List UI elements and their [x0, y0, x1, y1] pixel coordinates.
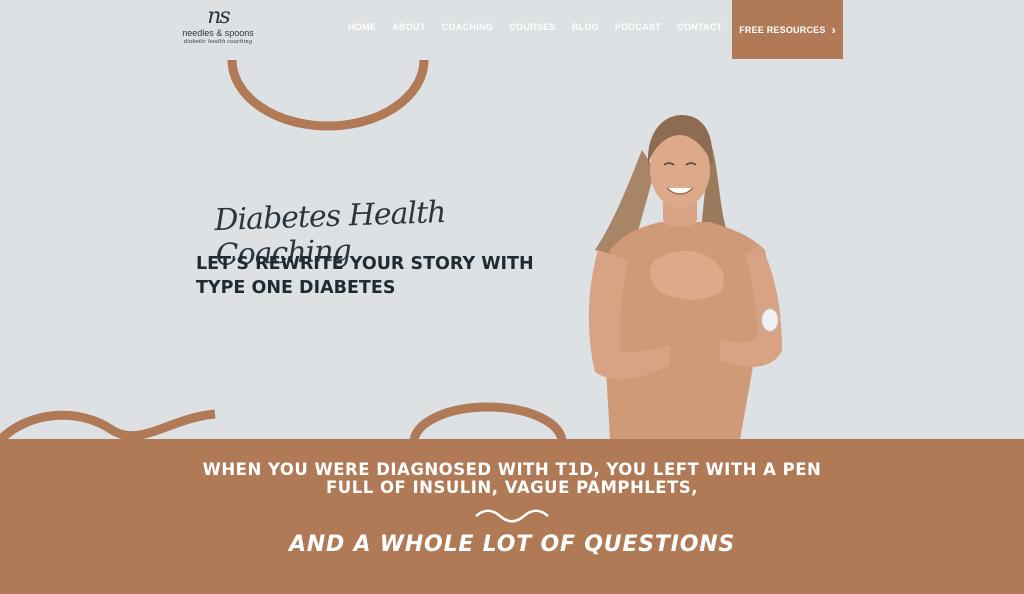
left-wave-shape [0, 409, 216, 444]
site-header: ns needles & spoons diabetic health coac… [0, 0, 1024, 59]
hero-headline-line-1: LET'S REWRITE YOUR STORY WITH [196, 254, 534, 274]
squiggle-divider-icon [475, 509, 549, 523]
band-line-2: FULL OF INSULIN, VAGUE PAMPHLETS, [326, 478, 698, 497]
free-resources-label: FREE RESOURCES [739, 24, 826, 35]
band-question: AND A WHOLE LOT OF QUESTIONS [288, 532, 736, 557]
logo-tagline: diabetic health coaching [183, 39, 253, 45]
intro-band: WHEN YOU WERE DIAGNOSED WITH T1D, YOU LE… [0, 439, 1024, 594]
logo-name: needles & spoons [182, 28, 254, 38]
nav-coaching[interactable]: COACHING [434, 22, 501, 32]
nav-blog[interactable]: BLOG [564, 22, 607, 32]
logo[interactable]: ns needles & spoons diabetic health coac… [176, 6, 260, 52]
top-arc-shape [227, 59, 429, 131]
hero-headline: LET'S REWRITE YOUR STORY WITH TYPE ONE D… [196, 252, 536, 300]
coach-photo [588, 115, 782, 440]
band-line-1: WHEN YOU WERE DIAGNOSED WITH T1D, YOU LE… [202, 460, 822, 479]
nav-podcast[interactable]: PODCAST [607, 22, 669, 32]
logo-mark: ns [207, 4, 230, 29]
nav-contact[interactable]: CONTACT [669, 22, 730, 32]
main-nav: HOME ABOUT COACHING COURSES BLOG PODCAST… [340, 22, 730, 32]
chevron-right-icon: › [831, 22, 836, 37]
nav-home[interactable]: HOME [340, 22, 384, 32]
band-lead-text: WHEN YOU WERE DIAGNOSED WITH T1D, YOU LE… [0, 461, 1024, 497]
free-resources-button[interactable]: FREE RESOURCES › [732, 0, 843, 59]
nav-courses[interactable]: COURSES [501, 22, 564, 32]
hero-headline-line-2: TYPE ONE DIABETES [196, 278, 396, 298]
middle-arc-shape [409, 402, 567, 443]
nav-about[interactable]: ABOUT [384, 22, 434, 32]
